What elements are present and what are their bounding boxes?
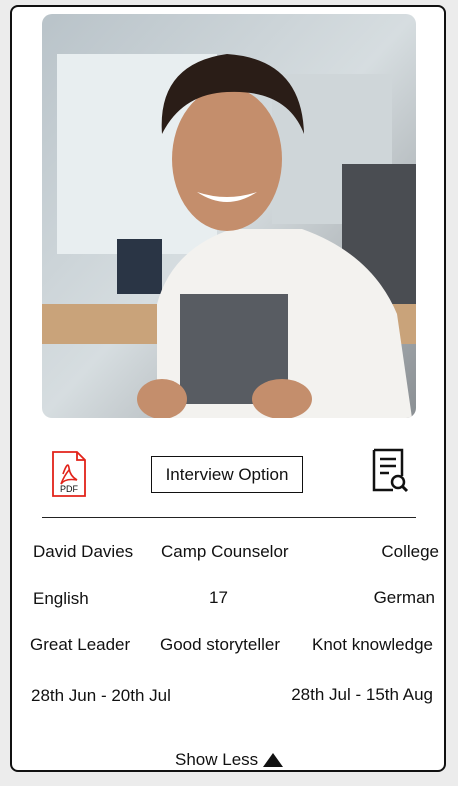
applicant-card: PDF Interview Option David Davies Camp C… <box>10 5 446 772</box>
pdf-icon[interactable]: PDF <box>51 450 87 498</box>
divider <box>42 517 416 518</box>
interview-option-button[interactable]: Interview Option <box>151 456 303 493</box>
show-less-toggle[interactable]: Show Less <box>175 750 284 770</box>
applicant-role: Camp Counselor <box>161 542 289 561</box>
applicant-name: David Davies <box>33 542 134 561</box>
applicant-photo <box>42 14 416 418</box>
document-search-icon[interactable] <box>371 448 409 494</box>
trait-item: Good storyteller <box>160 635 280 654</box>
applicant-language-primary: English <box>33 589 89 608</box>
trait-item: Knot knowledge <box>312 635 433 654</box>
trait-item: Great Leader <box>30 635 131 654</box>
availability-range: 28th Jun - 20th Jul <box>31 686 171 705</box>
applicant-language-secondary: German <box>373 588 435 607</box>
applicant-age: 17 <box>209 588 228 607</box>
availability-range: 28th Jul - 15th Aug <box>291 685 433 704</box>
triangle-up-icon <box>263 753 284 767</box>
applicant-education: College <box>381 542 439 561</box>
pdf-label: PDF <box>60 484 79 494</box>
show-less-label: Show Less <box>175 750 259 769</box>
